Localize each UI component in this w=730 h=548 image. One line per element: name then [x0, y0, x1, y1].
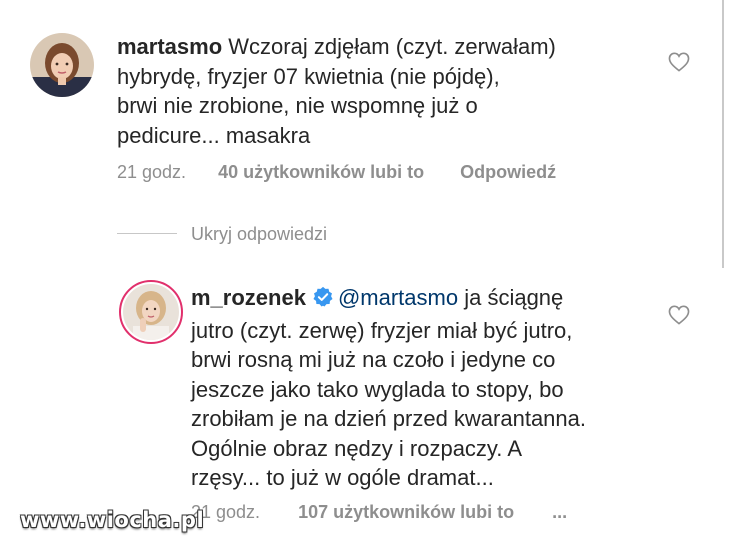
comment-text: ja ściągnę: [458, 285, 564, 310]
likes-count[interactable]: 107 użytkowników lubi to: [298, 502, 514, 522]
heart-outline-icon[interactable]: [668, 52, 690, 77]
replies-divider: [117, 233, 177, 234]
comment-line: jeszcze jako tako wyglada to stopy, bo: [191, 376, 564, 402]
reply-button[interactable]: Odpowiedź: [460, 162, 556, 182]
comment-username[interactable]: m_rozenek: [191, 285, 306, 310]
comment-line: martasmo Wczoraj zdjęłam (czyt. zerwałam…: [117, 32, 637, 62]
comment-line: jutro (czyt. zerwę) fryzjer miał być jut…: [191, 317, 573, 343]
mention-link[interactable]: @martasmo: [338, 285, 458, 310]
comment-line: m_rozenek @martasmo ja ściągnę: [191, 283, 661, 316]
comment-time[interactable]: 21 godz.: [117, 162, 186, 182]
comment-text: Wczoraj zdjęłam (czyt. zerwałam): [222, 34, 556, 59]
likes-count[interactable]: 40 użytkowników lubi to: [218, 162, 424, 182]
comment-body: m_rozenek @martasmo ja ściągnę jutro (czy…: [191, 283, 661, 493]
comment-line: rzęsy... to już w ogóle dramat...: [191, 465, 494, 490]
comment-username[interactable]: martasmo: [117, 34, 222, 59]
comment-line: hybrydę, fryzjer 07 kwietnia (nie pójdę)…: [117, 63, 500, 89]
comment-meta: 21 godz. 40 użytkowników lubi to Odpowiedź: [117, 162, 556, 183]
comment-line: zrobiłam je na dzień przed kwarantanna.: [191, 406, 587, 431]
comment-line: Ogólnie obraz nędzy i rozpaczy. A: [191, 435, 522, 461]
verified-badge-icon: [312, 286, 334, 316]
more-options-button[interactable]: ...: [552, 502, 567, 522]
scrollbar[interactable]: [722, 0, 724, 268]
avatar-m-rozenek[interactable]: [119, 280, 183, 344]
comment-meta: 21 godz. 107 użytkowników lubi to...: [191, 502, 567, 523]
comment-body: martasmo Wczoraj zdjęłam (czyt. zerwałam…: [117, 32, 637, 150]
avatar-martasmo[interactable]: [30, 33, 94, 97]
comment-line: brwi nie zrobione, nie wspomnę już o: [117, 93, 478, 118]
watermark: www.wiocha.pl: [20, 508, 205, 532]
hide-replies-button[interactable]: Ukryj odpowiedzi: [191, 224, 327, 245]
comment-line: brwi rosną mi już na czoło i jedyne co: [191, 347, 556, 372]
heart-outline-icon[interactable]: [668, 305, 690, 330]
comment-line: pedicure... masakra: [117, 122, 311, 148]
